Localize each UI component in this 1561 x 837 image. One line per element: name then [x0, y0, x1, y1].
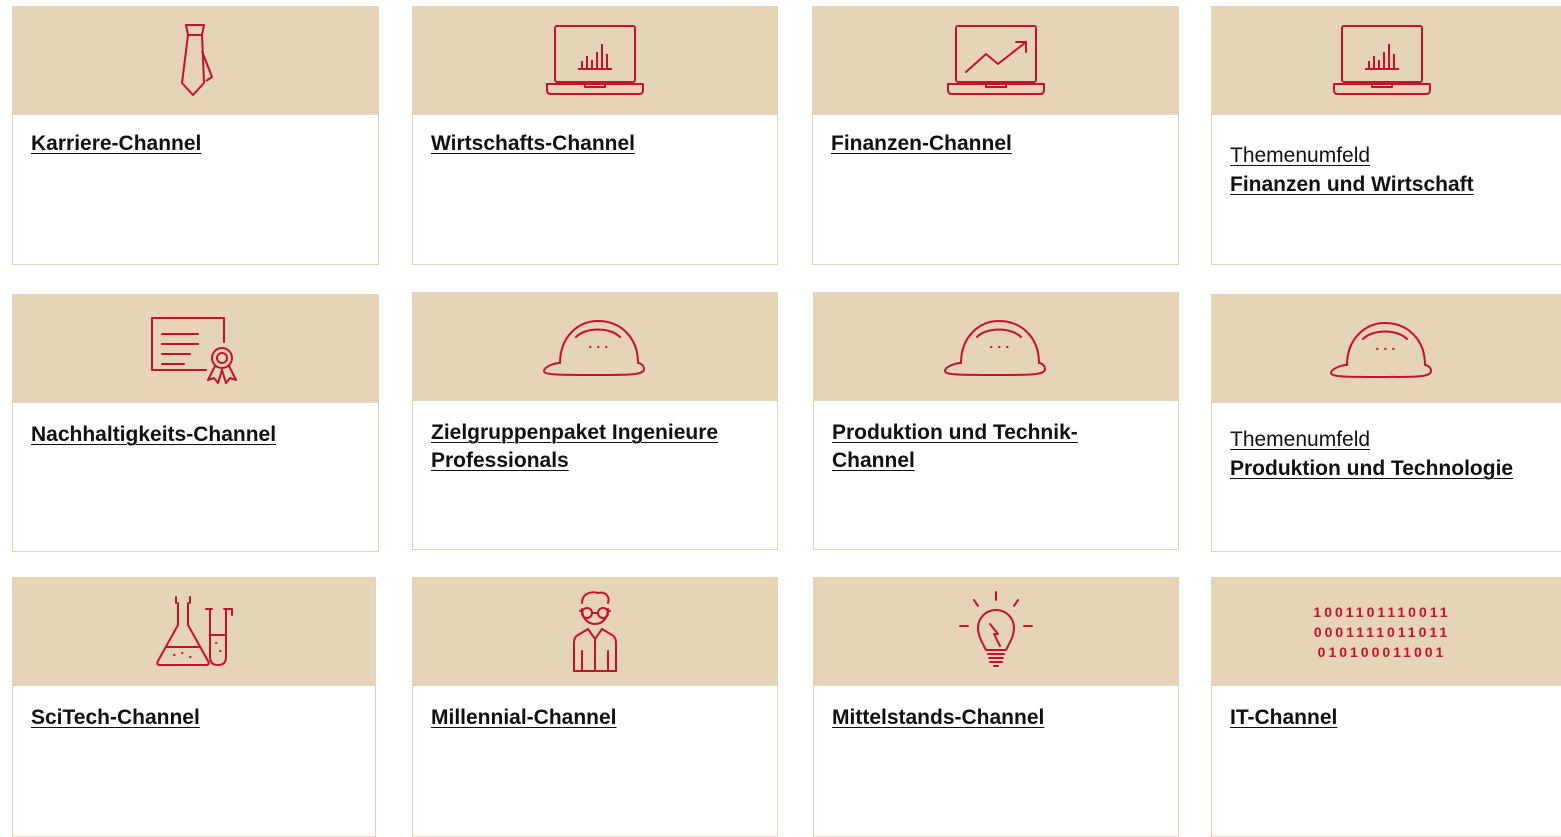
- lab-flask-icon: [156, 596, 233, 666]
- card-title-line: Produktion und Technik-: [832, 421, 1078, 444]
- card-produktion-technik[interactable]: Produktion und Technik- Channel: [813, 292, 1179, 550]
- card-karriere[interactable]: Karriere-Channel: [12, 6, 379, 265]
- binary-line: 010100011001: [1317, 644, 1446, 660]
- card-text: SciTech-Channel: [31, 704, 367, 732]
- card-icon-band: [413, 293, 777, 401]
- card-title-line: Professionals: [431, 449, 569, 472]
- card-title-link[interactable]: IT-Channel: [1230, 704, 1561, 732]
- card-icon-band: [814, 293, 1178, 401]
- card-icon-band: [13, 7, 378, 115]
- card-themenumfeld-produktion[interactable]: Themenumfeld Produktion und Technologie: [1211, 294, 1561, 552]
- card-icon-band: [1212, 7, 1561, 115]
- card-text: Mittelstands-Channel: [832, 704, 1170, 732]
- necktie-icon: [180, 24, 213, 96]
- card-text: IT-Channel: [1230, 704, 1561, 732]
- card-finanzen[interactable]: Finanzen-Channel: [812, 6, 1179, 265]
- card-title-link[interactable]: Wirtschafts-Channel: [431, 130, 769, 158]
- card-title-link[interactable]: Karriere-Channel: [31, 130, 370, 158]
- laptop-trend-chart-icon: [946, 25, 1045, 95]
- lightbulb-icon: [959, 591, 1033, 667]
- card-icon-band: [814, 578, 1178, 686]
- card-icon-band: [1212, 295, 1561, 403]
- card-mittelstand[interactable]: Mittelstands-Channel: [813, 577, 1179, 837]
- card-text: Zielgruppenpaket Ingenieure Professional…: [431, 419, 769, 475]
- card-icon-band: [13, 578, 375, 686]
- hard-hat-icon: [543, 320, 645, 376]
- hard-hat-icon: [944, 320, 1046, 376]
- card-title-link[interactable]: Nachhaltigkeits-Channel: [31, 421, 370, 449]
- card-title-link[interactable]: Finanzen und Wirtschaft: [1230, 171, 1561, 199]
- card-wirtschaft[interactable]: Wirtschafts-Channel: [412, 6, 778, 265]
- card-icon-band: [413, 7, 777, 115]
- card-text: Produktion und Technik- Channel: [832, 419, 1170, 475]
- card-text: Themenumfeld Finanzen und Wirtschaft: [1230, 139, 1561, 199]
- card-title-link[interactable]: Produktion und Technologie: [1230, 455, 1561, 483]
- card-title-line: Channel: [832, 449, 915, 472]
- card-ingenieure[interactable]: Zielgruppenpaket Ingenieure Professional…: [412, 292, 778, 550]
- person-glasses-icon: [573, 591, 617, 672]
- binary-line: 1001101110011: [1313, 604, 1450, 620]
- hard-hat-icon: [1329, 322, 1432, 378]
- card-it[interactable]: 1001101110011 0001111011011 010100011001…: [1211, 577, 1561, 837]
- card-title-link[interactable]: Millennial-Channel: [431, 704, 769, 732]
- card-text: Themenumfeld Produktion und Technologie: [1230, 423, 1561, 483]
- card-icon-band: [413, 578, 777, 686]
- topic-label[interactable]: Themenumfeld: [1230, 141, 1561, 171]
- certificate-icon: [150, 317, 237, 384]
- topic-label[interactable]: Themenumfeld: [1230, 425, 1561, 455]
- card-title-link[interactable]: SciTech-Channel: [31, 704, 367, 732]
- laptop-bar-chart-icon: [1332, 25, 1431, 95]
- card-icon-band: [813, 7, 1178, 115]
- binary-code-icon: 1001101110011 0001111011011 010100011001: [1313, 604, 1450, 660]
- card-icon-band: 1001101110011 0001111011011 010100011001: [1212, 578, 1561, 686]
- card-text: Karriere-Channel: [31, 130, 370, 158]
- card-text: Nachhaltigkeits-Channel: [31, 421, 370, 449]
- card-text: Wirtschafts-Channel: [431, 130, 769, 158]
- binary-line: 0001111011011: [1313, 624, 1449, 640]
- card-scitech[interactable]: SciTech-Channel: [12, 577, 376, 837]
- laptop-bar-chart-icon: [546, 25, 644, 95]
- card-millennial[interactable]: Millennial-Channel: [412, 577, 778, 837]
- card-title-line: Zielgruppenpaket Ingenieure: [431, 421, 719, 444]
- card-nachhaltigkeit[interactable]: Nachhaltigkeits-Channel: [12, 294, 379, 552]
- card-themenumfeld-finanzen[interactable]: Themenumfeld Finanzen und Wirtschaft: [1211, 6, 1561, 265]
- card-text: Millennial-Channel: [431, 704, 769, 732]
- card-text: Finanzen-Channel: [831, 130, 1170, 158]
- card-title-link[interactable]: Mittelstands-Channel: [832, 704, 1170, 732]
- card-title-link[interactable]: Produktion und Technik- Channel: [832, 419, 1170, 475]
- card-title-link[interactable]: Zielgruppenpaket Ingenieure Professional…: [431, 419, 769, 475]
- card-icon-band: [13, 295, 378, 403]
- card-title-link[interactable]: Finanzen-Channel: [831, 130, 1170, 158]
